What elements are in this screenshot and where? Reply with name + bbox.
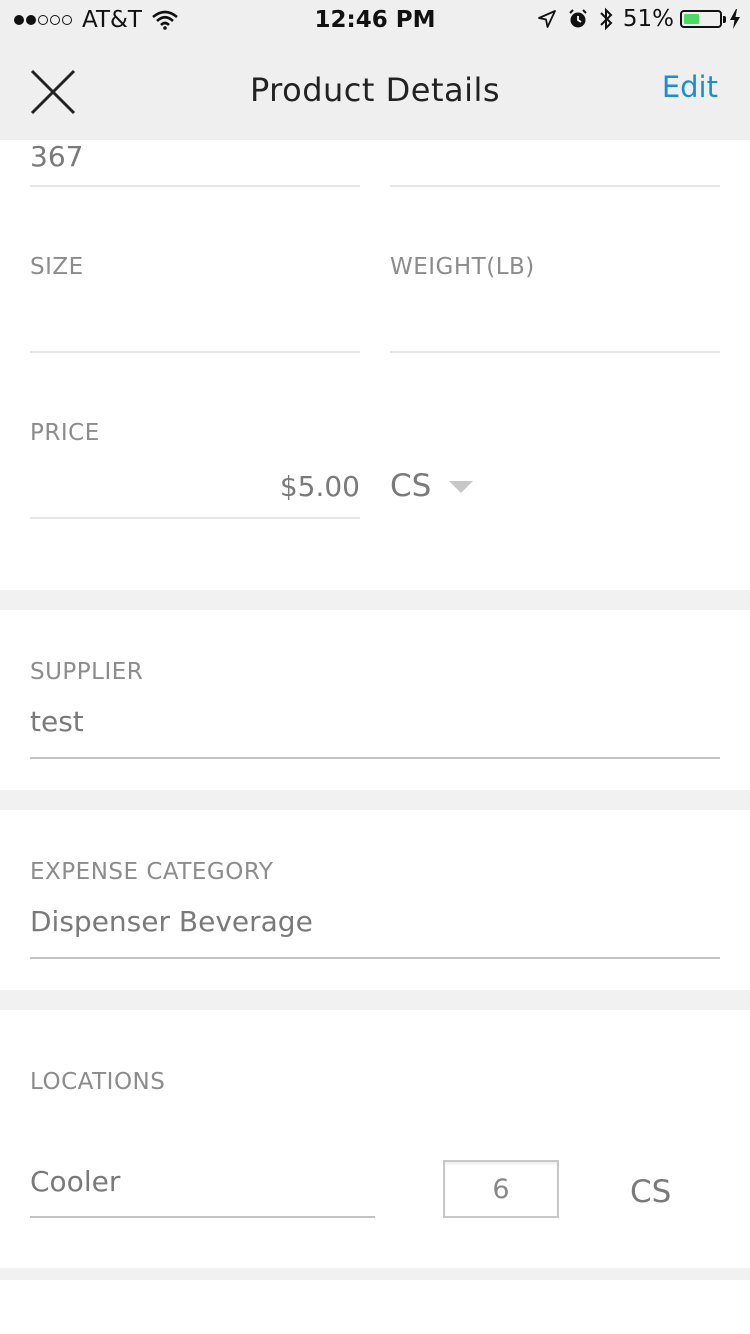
battery-tip xyxy=(723,15,726,23)
top-field-value[interactable]: 367 xyxy=(30,140,83,173)
battery-icon xyxy=(680,10,722,28)
section-divider xyxy=(0,990,750,1010)
navigation-bar: Product Details Edit xyxy=(0,40,750,140)
supplier-field[interactable]: test xyxy=(30,705,84,738)
chevron-down-icon xyxy=(449,481,474,493)
alarm-clock-icon xyxy=(567,8,589,30)
bluetooth-icon xyxy=(599,7,613,31)
size-underline xyxy=(30,351,360,353)
product-attributes-card: 367 SIZE WEIGHT(LB) PRICE $5.00 CS xyxy=(0,140,750,590)
expense-category-label: EXPENSE CATEGORY xyxy=(30,859,274,885)
section-divider xyxy=(0,590,750,610)
location-quantity-input[interactable]: 6 xyxy=(443,1160,559,1218)
supplier-card: SUPPLIER test xyxy=(0,610,750,790)
top-right-field-underline[interactable] xyxy=(390,185,720,187)
weight-underline xyxy=(390,351,720,353)
size-label: SIZE xyxy=(30,254,84,280)
expense-category-card: EXPENSE CATEGORY Dispenser Beverage xyxy=(0,810,750,990)
locations-card: LOCATIONS Cooler 6 CS xyxy=(0,1010,750,1268)
locations-label: LOCATIONS xyxy=(30,1069,166,1095)
price-label: PRICE xyxy=(30,420,100,446)
price-input[interactable]: $5.00 xyxy=(30,470,360,503)
supplier-label: SUPPLIER xyxy=(30,659,144,685)
battery-level-fill xyxy=(684,14,700,24)
location-unit: CS xyxy=(630,1174,672,1210)
expense-category-underline xyxy=(30,957,720,959)
location-name[interactable]: Cooler xyxy=(30,1165,120,1198)
location-name-underline xyxy=(30,1216,375,1218)
battery-percent: 51% xyxy=(622,6,674,32)
charging-bolt-icon xyxy=(730,9,740,29)
size-input[interactable] xyxy=(30,300,360,340)
page-title: Product Details xyxy=(249,71,501,109)
top-field-underline xyxy=(30,185,360,187)
supplier-underline xyxy=(30,757,720,759)
weight-input[interactable] xyxy=(390,300,720,340)
status-bar-right: 51% xyxy=(527,6,740,32)
status-bar: AT&T 12:46 PM 51% xyxy=(0,0,750,40)
location-arrow-icon xyxy=(537,9,557,29)
price-underline xyxy=(30,517,360,519)
price-unit-value: CS xyxy=(390,468,432,504)
price-unit-dropdown[interactable]: CS xyxy=(390,468,474,504)
section-divider xyxy=(0,790,750,810)
expense-category-field[interactable]: Dispenser Beverage xyxy=(30,905,313,938)
section-divider xyxy=(0,1268,750,1280)
weight-label: WEIGHT(LB) xyxy=(390,254,535,280)
edit-button[interactable]: Edit xyxy=(662,70,718,104)
